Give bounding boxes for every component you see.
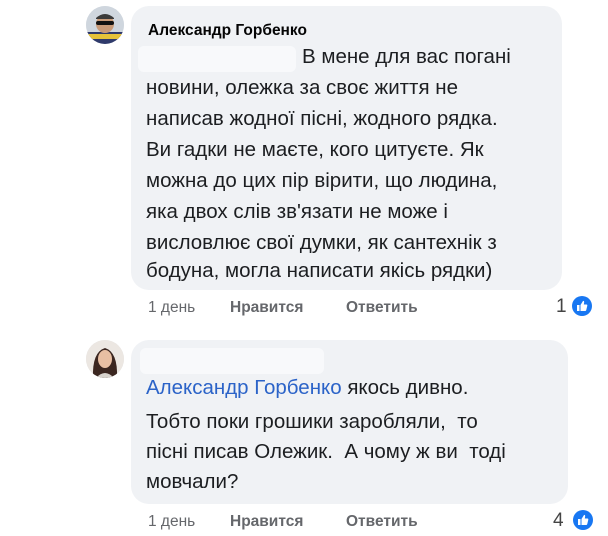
comment: Александр Горбенко якось дивно. Тобто по… bbox=[0, 330, 608, 533]
reply-button[interactable]: Ответить bbox=[346, 299, 418, 317]
comment-text-line: В мене для вас погані bbox=[302, 45, 511, 68]
avatar-photo bbox=[86, 6, 124, 44]
reaction-summary[interactable]: 1 bbox=[556, 296, 600, 318]
comment-text-line: пісні писав Олежик. А чому ж ви тоді bbox=[146, 440, 506, 463]
comment-text-line: Тобто поки грошики заробляли, то bbox=[146, 410, 478, 433]
comment-text-fragment: якось дивно. bbox=[341, 376, 469, 399]
comment-actions: 1 день Нравится Ответить bbox=[148, 299, 448, 319]
reaction-count: 4 bbox=[553, 510, 564, 531]
like-button[interactable]: Нравится bbox=[230, 513, 303, 531]
comment-text-line: висловлює свої думки, як сантехнік з bbox=[146, 231, 497, 254]
comment-text-line: Ви гадки не маєте, кого цитуєте. Як bbox=[146, 138, 484, 161]
reaction-count: 1 bbox=[556, 296, 567, 317]
comment-time[interactable]: 1 день bbox=[148, 299, 195, 317]
comment: Александр Горбенко В мене для вас погані… bbox=[0, 0, 608, 330]
comment-text-line: мовчали? bbox=[146, 470, 239, 493]
comment-text-line: написав жодної пісні, жодного рядка. bbox=[146, 107, 498, 130]
avatar[interactable] bbox=[86, 340, 124, 378]
reply-button[interactable]: Ответить bbox=[346, 513, 418, 531]
redacted-mention bbox=[138, 46, 296, 72]
avatar[interactable] bbox=[86, 6, 124, 44]
reaction-summary[interactable]: 4 bbox=[553, 510, 601, 532]
comment-text-line: новини, олежка за своє життя не bbox=[146, 76, 458, 99]
like-button[interactable]: Нравится bbox=[230, 299, 303, 317]
comment-author[interactable]: Александр Горбенко bbox=[148, 22, 307, 40]
comment-text-line: можна до цих пір вірити, що людина, bbox=[146, 169, 498, 192]
comment-text-line: Александр Горбенко якось дивно. bbox=[146, 372, 468, 403]
like-icon bbox=[573, 510, 593, 530]
comment-text-line: яка двох слів зв'язати не може і bbox=[146, 200, 448, 223]
redacted-author bbox=[140, 348, 324, 374]
comment-actions: 1 день Нравится Ответить bbox=[148, 513, 448, 533]
comment-time[interactable]: 1 день bbox=[148, 513, 195, 531]
mention-link[interactable]: Александр Горбенко bbox=[146, 376, 342, 399]
avatar-photo bbox=[86, 340, 124, 378]
like-icon bbox=[572, 296, 592, 316]
comment-text-line: бодуна, могла написати якісь рядки) bbox=[146, 259, 493, 282]
